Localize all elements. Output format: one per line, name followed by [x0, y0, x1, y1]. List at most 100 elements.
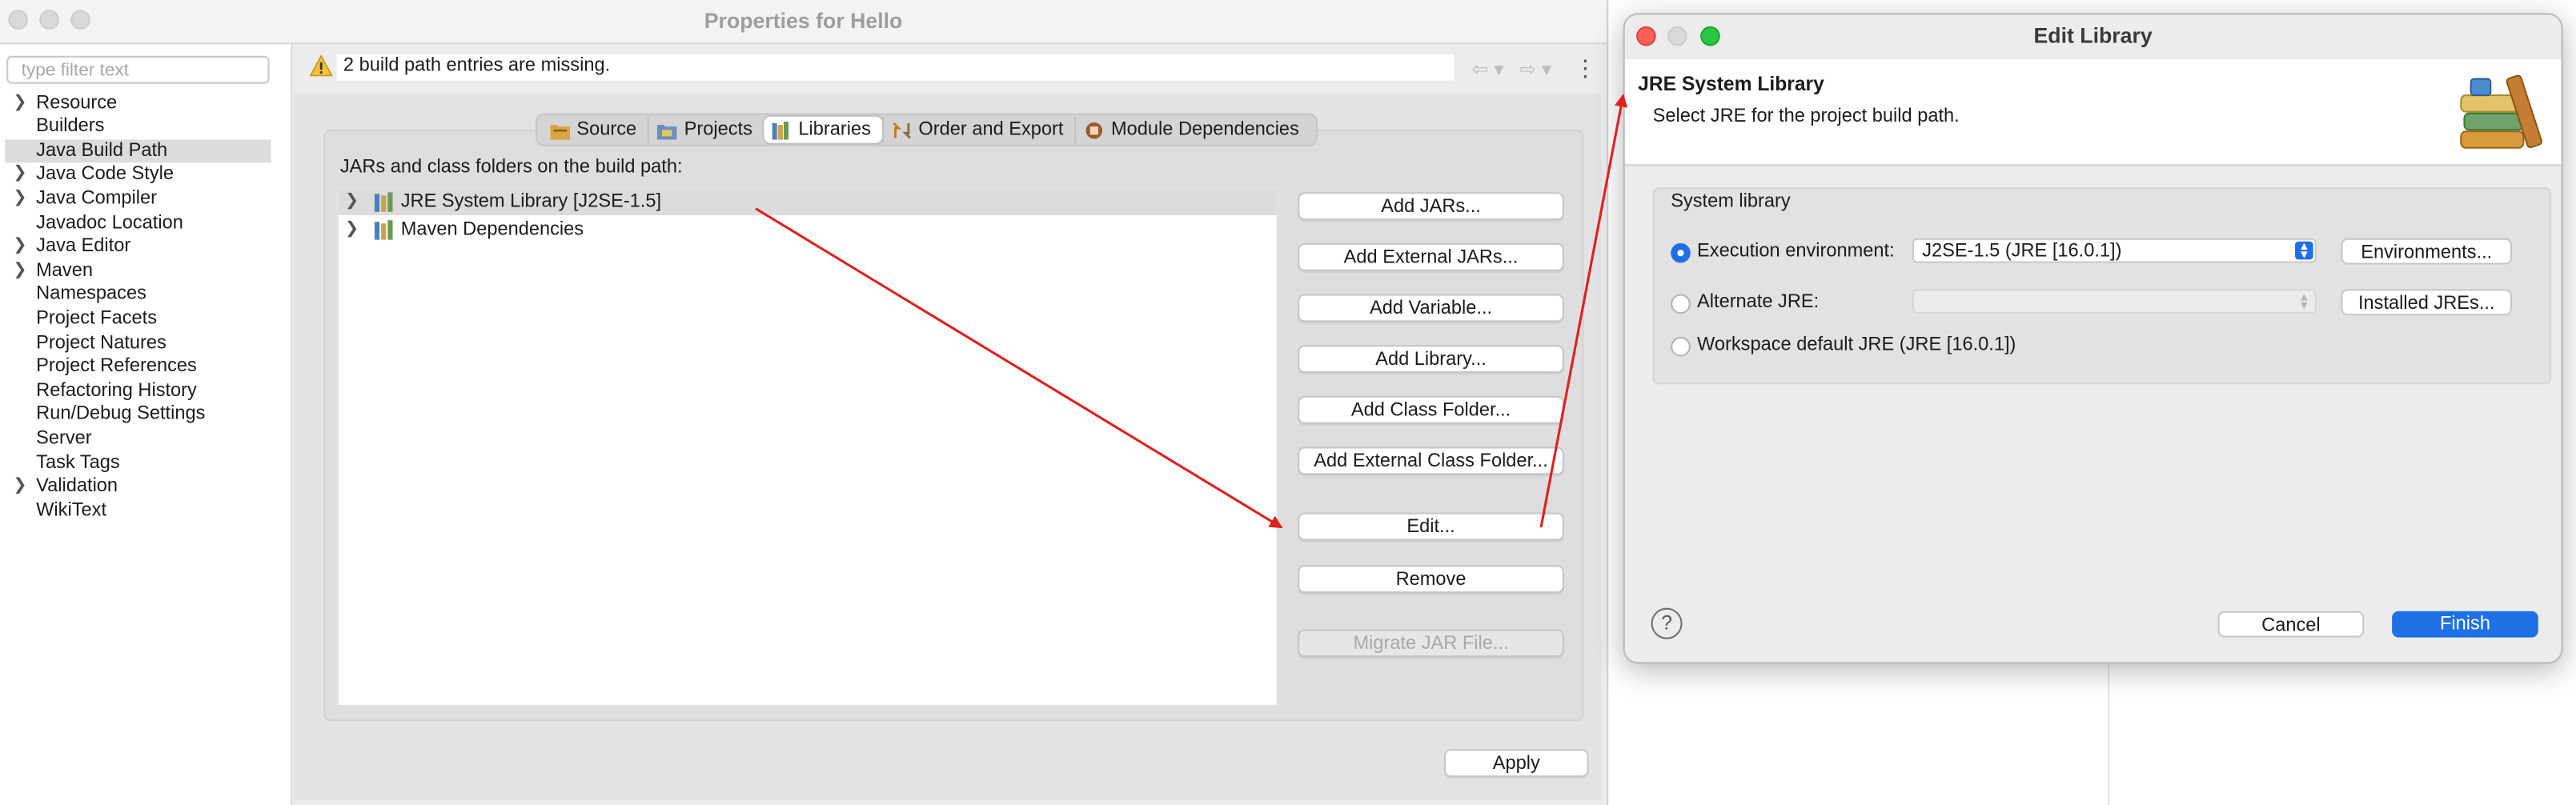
sidebar-item-label: Java Editor — [36, 236, 131, 257]
group-label: System library — [1671, 192, 1791, 212]
alternate-jre-radio[interactable] — [1671, 294, 1691, 314]
sidebar-item-resource[interactable]: ❯ Resource — [5, 91, 271, 115]
build-path-tree[interactable] — [336, 187, 1278, 707]
sidebar-item-java-compiler[interactable]: ❯ Java Compiler — [5, 187, 271, 211]
sidebar-item-label: Project References — [36, 356, 197, 377]
sidebar-item-maven[interactable]: ❯ Maven — [5, 259, 271, 283]
sidebar-item-task-tags[interactable]: Task Tags — [5, 451, 271, 475]
sidebar-item-label: Java Build Path — [36, 140, 168, 161]
sidebar-item-label: Server — [36, 428, 92, 449]
execution-environment-select[interactable]: J2SE-1.5 (JRE [16.0.1]) ▲ ▼ — [1912, 238, 2317, 263]
expand-arrow-icon[interactable]: ❯ — [13, 91, 26, 115]
books-icon — [2460, 74, 2543, 149]
migrate-jar-button[interactable]: Migrate JAR File... — [1298, 629, 1564, 658]
forward-arrow-icon[interactable]: ⇨ ▾ — [1519, 58, 1551, 81]
sidebar-item-run-debug-settings[interactable]: Run/Debug Settings — [5, 403, 271, 427]
tab-order-export[interactable]: Order and Export — [882, 116, 1075, 143]
sidebar-item-label: Refactoring History — [36, 380, 197, 401]
sidebar-item-label: Project Natures — [36, 332, 167, 353]
warning-icon — [309, 54, 333, 77]
sidebar-item-label: Java Compiler — [36, 188, 157, 209]
properties-window: Properties for Hello ❯ Resource Builders Ja… — [0, 0, 1607, 805]
edit-button[interactable]: Edit... — [1298, 512, 1564, 541]
build-path-label: JARs and class folders on the build path… — [339, 158, 683, 178]
source-folder-icon — [550, 124, 571, 139]
dialog-description: Select JRE for the project build path. — [1652, 106, 1960, 127]
sidebar-item-java-editor[interactable]: ❯ Java Editor — [5, 235, 271, 259]
add-external-class-folder-button[interactable]: Add External Class Folder... — [1298, 447, 1564, 475]
properties-titlebar: Properties for Hello — [0, 0, 1607, 45]
tab-bar: Source Projects Libraries Order and Expo… — [536, 113, 1318, 146]
select-stepper-icon: ▲ ▼ — [2295, 241, 2313, 261]
dialog-titlebar: Edit Library — [1624, 14, 2562, 61]
sidebar-item-project-references[interactable]: Project References — [5, 355, 271, 379]
environments-button[interactable]: Environments... — [2341, 238, 2512, 265]
window-title: Properties for Hello — [704, 8, 903, 34]
dialog-heading: JRE System Library — [1638, 72, 1824, 96]
back-arrow-icon[interactable]: ⇦ ▾ — [1472, 58, 1504, 81]
alternate-jre-label: Alternate JRE: — [1697, 292, 1820, 313]
tab-label: Source — [576, 119, 637, 140]
library-icon — [374, 192, 393, 212]
sidebar-item-project-natures[interactable]: Project Natures — [5, 331, 271, 355]
expand-arrow-icon[interactable]: ❯ — [345, 217, 359, 243]
sidebar-item-refactoring-history[interactable]: Refactoring History — [5, 379, 271, 403]
libraries-icon — [772, 120, 789, 139]
sidebar-item-label: Validation — [36, 476, 118, 497]
execution-environment-label: Execution environment: — [1697, 241, 1895, 262]
sidebar-item-label: Run/Debug Settings — [36, 404, 206, 425]
cancel-button[interactable]: Cancel — [2217, 611, 2365, 638]
expand-arrow-icon[interactable]: ❯ — [345, 189, 359, 215]
tab-projects[interactable]: Projects — [648, 116, 764, 143]
sidebar-item-builders[interactable]: Builders — [5, 115, 271, 139]
sidebar-item-validation[interactable]: ❯ Validation — [5, 475, 271, 499]
remove-button[interactable]: Remove — [1298, 565, 1564, 594]
expand-arrow-icon[interactable]: ❯ — [13, 163, 26, 187]
finish-button[interactable]: Finish — [2392, 611, 2538, 638]
alternate-jre-select[interactable]: ▲ ▼ — [1912, 289, 2317, 314]
select-stepper-icon: ▲ ▼ — [2298, 292, 2310, 313]
expand-arrow-icon[interactable]: ❯ — [13, 235, 26, 259]
sidebar-item-label: Java Code Style — [36, 164, 175, 185]
expand-arrow-icon[interactable]: ❯ — [13, 187, 26, 211]
projects-icon — [657, 124, 678, 139]
tab-module-dependencies[interactable]: Module Dependencies — [1074, 116, 1310, 143]
tree-row-maven-dependencies[interactable]: ❯ Maven Dependencies — [339, 217, 1277, 243]
add-variable-button[interactable]: Add Variable... — [1298, 294, 1564, 322]
help-icon[interactable]: ? — [1651, 607, 1683, 639]
sidebar-item-server[interactable]: Server — [5, 427, 271, 451]
sidebar-item-label: Namespaces — [36, 284, 146, 305]
tree-item-label: Maven Dependencies — [400, 220, 584, 240]
tab-libraries[interactable]: Libraries — [764, 116, 883, 143]
sidebar-item-javadoc-location[interactable]: Javadoc Location — [5, 211, 271, 235]
tab-label: Projects — [684, 119, 752, 140]
tree-row-jre-system-library[interactable]: ❯ JRE System Library [J2SE-1.5] — [338, 189, 1277, 215]
add-jars-button[interactable]: Add JARs... — [1298, 192, 1564, 221]
sidebar-item-label: Javadoc Location — [36, 212, 183, 233]
filter-input[interactable] — [6, 55, 270, 84]
tab-label: Libraries — [798, 119, 871, 140]
tab-source[interactable]: Source — [542, 117, 648, 143]
workspace-default-radio[interactable] — [1671, 336, 1691, 357]
sidebar-item-java-build-path[interactable]: Java Build Path — [5, 138, 271, 163]
warning-message: 2 build path entries are missing. — [343, 55, 611, 76]
library-icon — [374, 220, 393, 240]
expand-arrow-icon[interactable]: ❯ — [13, 259, 26, 283]
sidebar-item-java-code-style[interactable]: ❯ Java Code Style — [5, 163, 271, 187]
sidebar-item-label: Resource — [36, 93, 118, 113]
add-class-folder-button[interactable]: Add Class Folder... — [1298, 395, 1564, 424]
apply-button[interactable]: Apply — [1443, 749, 1589, 778]
sidebar-item-wikitext[interactable]: WikiText — [5, 499, 271, 523]
view-menu-icon[interactable]: ⋮ — [1574, 54, 1597, 82]
installed-jres-button[interactable]: Installed JREs... — [2341, 289, 2512, 316]
execution-environment-radio[interactable] — [1671, 242, 1691, 263]
add-library-button[interactable]: Add Library... — [1298, 345, 1564, 374]
sidebar-item-project-facets[interactable]: Project Facets — [5, 307, 271, 331]
sidebar: ❯ Resource Builders Java Build Path ❯ Java Co… — [0, 44, 293, 805]
add-external-jars-button[interactable]: Add External JARs... — [1298, 242, 1564, 271]
expand-arrow-icon[interactable]: ❯ — [13, 475, 26, 499]
workspace-default-label: Workspace default JRE (JRE [16.0.1]) — [1697, 334, 2016, 355]
sidebar-item-label: Maven — [36, 260, 94, 281]
sidebar-item-label: Project Facets — [36, 308, 157, 329]
sidebar-item-namespaces[interactable]: Namespaces — [5, 283, 271, 307]
